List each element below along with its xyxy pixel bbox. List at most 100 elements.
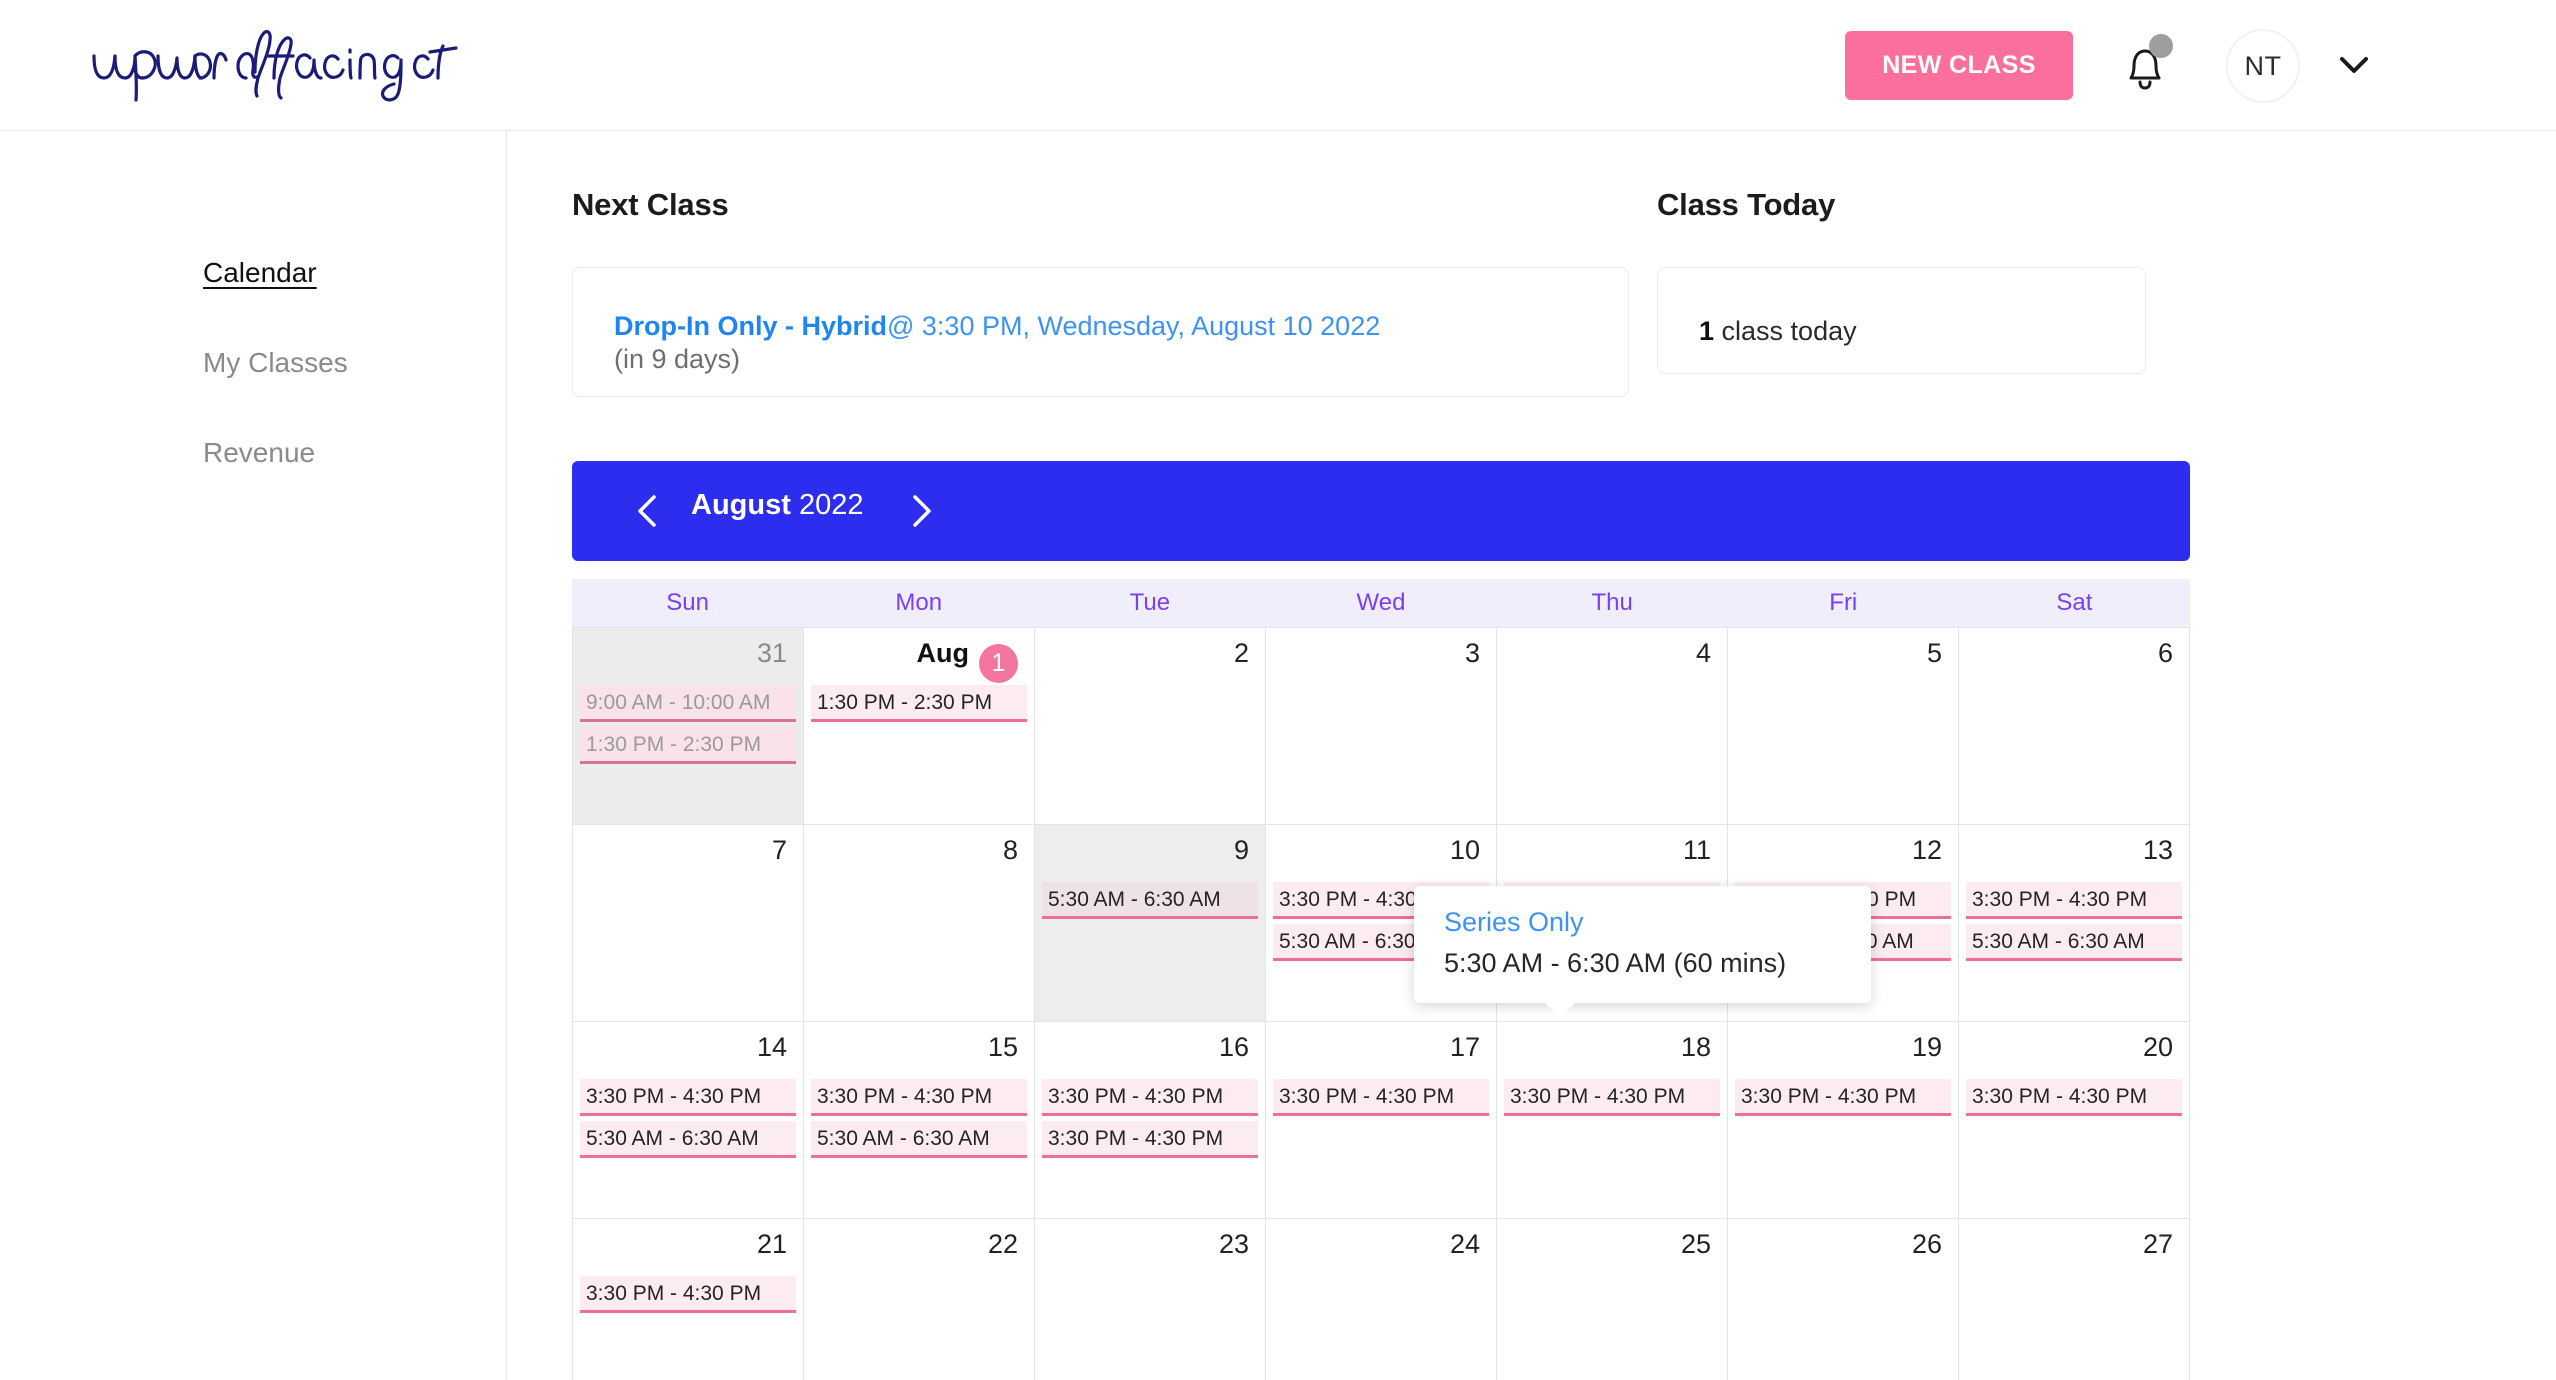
class-today-card: 1 class today <box>1657 267 2146 374</box>
day-number-text: 17 <box>1449 1032 1480 1062</box>
notifications-button[interactable] <box>2119 34 2173 94</box>
day-number-text: 6 <box>2157 638 2173 668</box>
calendar-day-cell[interactable]: 8 <box>804 825 1035 1021</box>
day-number: 22 <box>988 1229 1018 1260</box>
next-class-card: Drop-In Only - Hybrid@ 3:30 PM, Wednesda… <box>572 267 1629 397</box>
calendar-day-cell[interactable]: 7 <box>573 825 804 1021</box>
calendar-event[interactable]: 3:30 PM - 4:30 PM <box>580 1079 796 1116</box>
calendar-week-row: 21 3:30 PM - 4:30 PM 22 23 24 25 26 27 <box>573 1219 2190 1380</box>
calendar-event[interactable]: 3:30 PM - 4:30 PM <box>1504 1079 1720 1116</box>
sidebar-item-my-classes[interactable]: My Classes <box>203 347 348 379</box>
next-month-button[interactable] <box>899 490 941 532</box>
chevron-left-icon <box>638 495 656 527</box>
calendar-day-cell[interactable]: 18 3:30 PM - 4:30 PM <box>1497 1022 1728 1218</box>
day-number: 25 <box>1681 1229 1711 1260</box>
calendar-day-cell[interactable]: 25 <box>1497 1219 1728 1380</box>
day-number: 16 <box>1219 1032 1249 1063</box>
calendar-day-cell[interactable]: 13 3:30 PM - 4:30 PM 5:30 AM - 6:30 AM <box>1959 825 2190 1021</box>
class-today-label: class today <box>1714 316 1857 346</box>
calendar-event[interactable]: 3:30 PM - 4:30 PM <box>1966 1079 2182 1116</box>
day-number: 7 <box>772 835 787 866</box>
calendar-day-cell[interactable]: 15 3:30 PM - 4:30 PM 5:30 AM - 6:30 AM <box>804 1022 1035 1218</box>
calendar-month-label: August 2022 <box>691 489 863 522</box>
calendar-day-cell[interactable]: 26 <box>1728 1219 1959 1380</box>
day-number-text: 27 <box>2142 1229 2173 1259</box>
calendar-event[interactable]: 5:30 AM - 6:30 AM <box>1042 882 1258 919</box>
calendar-event[interactable]: 1:30 PM - 2:30 PM <box>580 727 796 764</box>
app-logo[interactable] <box>88 26 458 106</box>
weekday-mon: Mon <box>895 589 943 616</box>
calendar-event[interactable]: 3:30 PM - 4:30 PM <box>811 1079 1027 1116</box>
calendar-day-cell[interactable]: 2 <box>1035 628 1266 824</box>
calendar-day-cell[interactable]: 19 3:30 PM - 4:30 PM <box>1728 1022 1959 1218</box>
sidebar: Calendar My Classes Revenue <box>0 131 507 1380</box>
day-number: 27 <box>2143 1229 2173 1260</box>
calendar-day-cell[interactable]: Aug 1 1:30 PM - 2:30 PM <box>804 628 1035 824</box>
calendar-event[interactable]: 9:00 AM - 10:00 AM <box>580 685 796 722</box>
account-menu-button[interactable] <box>2332 48 2376 82</box>
new-class-button[interactable]: NEW CLASS <box>1845 31 2073 100</box>
calendar-day-cell[interactable]: 3 <box>1266 628 1497 824</box>
calendar-day-cell[interactable]: 17 3:30 PM - 4:30 PM <box>1266 1022 1497 1218</box>
calendar-event[interactable]: 3:30 PM - 4:30 PM <box>1966 882 2182 919</box>
day-number-text: 10 <box>1449 835 1480 865</box>
calendar-day-cell[interactable]: 31 9:00 AM - 10:00 AM 1:30 PM - 2:30 PM <box>573 628 804 824</box>
calendar-week-row: 14 3:30 PM - 4:30 PM 5:30 AM - 6:30 AM 15 3:… <box>573 1022 2190 1219</box>
day-number-text: 18 <box>1680 1032 1711 1062</box>
calendar-day-cell[interactable]: 9 5:30 AM - 6:30 AM <box>1035 825 1266 1021</box>
day-events: 3:30 PM - 4:30 PM <box>1735 1079 1951 1121</box>
day-number: 2 <box>1234 638 1249 669</box>
day-number-text: 20 <box>2142 1032 2173 1062</box>
calendar-day-cell[interactable]: 22 <box>804 1219 1035 1380</box>
app-header: NEW CLASS NT <box>0 0 2556 131</box>
day-number: 4 <box>1696 638 1711 669</box>
calendar-day-cell[interactable]: 20 3:30 PM - 4:30 PM <box>1959 1022 2190 1218</box>
next-class-name[interactable]: Drop-In Only - Hybrid <box>614 311 887 341</box>
class-today-count: 1 <box>1699 316 1715 346</box>
calendar-day-cell[interactable]: 23 <box>1035 1219 1266 1380</box>
calendar-day-cell[interactable]: 27 <box>1959 1219 2190 1380</box>
calendar-day-cell[interactable]: 4 <box>1497 628 1728 824</box>
calendar-day-cell[interactable]: 24 <box>1266 1219 1497 1380</box>
calendar-day-cell[interactable]: 21 3:30 PM - 4:30 PM <box>573 1219 804 1380</box>
day-number: 12 <box>1912 835 1942 866</box>
day-number: 24 <box>1450 1229 1480 1260</box>
calendar-event[interactable]: 5:30 AM - 6:30 AM <box>1966 924 2182 961</box>
day-number: 21 <box>757 1229 787 1260</box>
day-number: 9 <box>1234 835 1249 866</box>
next-class-summary: Drop-In Only - Hybrid@ 3:30 PM, Wednesda… <box>614 304 1380 349</box>
day-number: 26 <box>1912 1229 1942 1260</box>
day-number: Aug 1 <box>917 638 1018 683</box>
event-tooltip: Series Only 5:30 AM - 6:30 AM (60 mins) <box>1414 886 1871 1018</box>
sidebar-item-calendar[interactable]: Calendar <box>203 257 317 289</box>
day-number-text: 14 <box>756 1032 787 1062</box>
calendar-event[interactable]: 3:30 PM - 4:30 PM <box>580 1276 796 1313</box>
calendar-event[interactable]: 3:30 PM - 4:30 PM <box>1273 1079 1489 1116</box>
logo-wordmark-icon <box>92 29 458 102</box>
prev-month-button[interactable] <box>628 490 670 532</box>
calendar-event[interactable]: 1:30 PM - 2:30 PM <box>811 685 1027 722</box>
calendar-event[interactable]: 5:30 AM - 6:30 AM <box>811 1121 1027 1158</box>
calendar-event[interactable]: 3:30 PM - 4:30 PM <box>1735 1079 1951 1116</box>
today-badge: 1 <box>979 644 1018 683</box>
calendar-month-header: August 2022 <box>572 461 2190 561</box>
tooltip-class-name[interactable]: Series Only <box>1444 907 1584 938</box>
calendar-week-row: 31 9:00 AM - 10:00 AM 1:30 PM - 2:30 PM Aug… <box>573 628 2190 825</box>
day-number-text: 23 <box>1218 1229 1249 1259</box>
next-class-heading: Next Class <box>572 187 729 222</box>
calendar-day-cell[interactable]: 16 3:30 PM - 4:30 PM 3:30 PM - 4:30 PM <box>1035 1022 1266 1218</box>
calendar-event[interactable]: 3:30 PM - 4:30 PM <box>1042 1121 1258 1158</box>
day-number-text: 16 <box>1218 1032 1249 1062</box>
weekday-tue: Tue <box>1129 589 1171 616</box>
calendar-event[interactable]: 5:30 AM - 6:30 AM <box>580 1121 796 1158</box>
avatar[interactable]: NT <box>2226 29 2300 103</box>
sidebar-item-revenue[interactable]: Revenue <box>203 437 315 469</box>
calendar-event[interactable]: 3:30 PM - 4:30 PM <box>1042 1079 1258 1116</box>
calendar-weekday-header: Sun Mon Tue Wed Thu Fri Sat <box>572 579 2190 628</box>
calendar-day-cell[interactable]: 6 <box>1959 628 2190 824</box>
calendar-day-cell[interactable]: 5 <box>1728 628 1959 824</box>
calendar-day-cell[interactable]: 14 3:30 PM - 4:30 PM 5:30 AM - 6:30 AM <box>573 1022 804 1218</box>
main-content: Next Class Drop-In Only - Hybrid@ 3:30 P… <box>508 131 2556 1380</box>
day-number: 14 <box>757 1032 787 1063</box>
day-number: 13 <box>2143 835 2173 866</box>
